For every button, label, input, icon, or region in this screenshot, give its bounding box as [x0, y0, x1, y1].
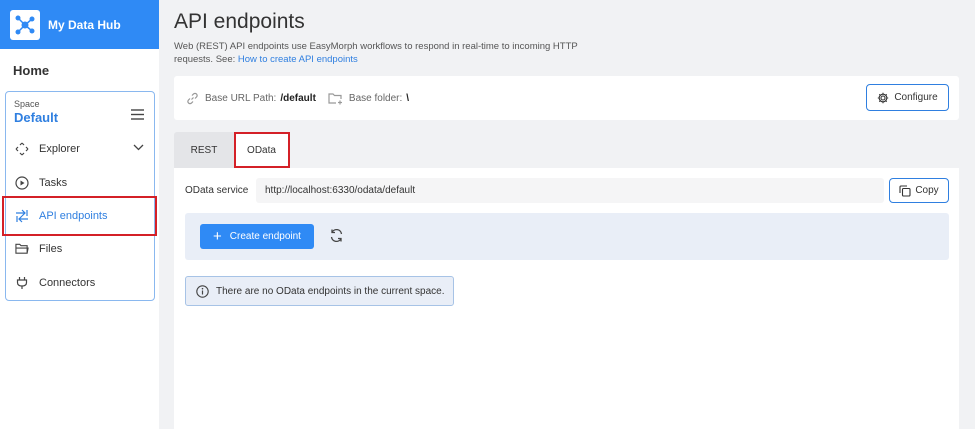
- copy-label: Copy: [915, 185, 939, 196]
- sidebar-item-label: Connectors: [39, 276, 96, 289]
- sidebar-item-label: Tasks: [39, 176, 68, 189]
- gear-icon: [877, 92, 889, 104]
- endpoint-action-bar: + Create endpoint: [185, 213, 949, 260]
- help-link[interactable]: How to create API endpoints: [238, 54, 358, 65]
- brand-header[interactable]: My Data Hub: [0, 0, 159, 49]
- sidebar-item-connectors[interactable]: Connectors: [6, 266, 154, 299]
- configure-button[interactable]: Configure: [866, 84, 949, 111]
- space-name[interactable]: Default: [14, 110, 58, 125]
- brand-name: My Data Hub: [48, 17, 121, 32]
- copy-icon: [899, 184, 911, 197]
- create-endpoint-label: Create endpoint: [229, 231, 301, 242]
- page-description: Web (REST) API endpoints use EasyMorph w…: [174, 40, 594, 66]
- sidebar-item-tasks[interactable]: Tasks: [6, 166, 154, 199]
- configure-label: Configure: [894, 92, 938, 103]
- base-url-label: Base URL Path:: [205, 92, 277, 104]
- info-text: There are no OData endpoints in the curr…: [216, 285, 445, 297]
- page-title: API endpoints: [174, 10, 305, 33]
- link-icon: [186, 92, 199, 105]
- plus-icon: +: [213, 228, 222, 245]
- refresh-icon[interactable]: [329, 228, 344, 243]
- tab-rest[interactable]: REST: [174, 132, 234, 168]
- base-folder-label: Base folder:: [348, 92, 403, 104]
- explorer-icon: [15, 142, 29, 156]
- plug-icon: [15, 276, 29, 290]
- base-folder-value: \: [406, 92, 410, 104]
- info-icon: [196, 284, 209, 298]
- space-label: Space: [14, 99, 40, 109]
- sidebar-item-files[interactable]: Files: [6, 232, 154, 265]
- folder-icon: [15, 242, 29, 256]
- home-link[interactable]: Home: [13, 63, 49, 78]
- network-logo-icon: [10, 9, 40, 40]
- odata-panel: OData service http://localhost:6330/odat…: [174, 168, 959, 429]
- description-text: Web (REST) API endpoints use EasyMorph w…: [174, 41, 578, 65]
- sidebar-item-label: Files: [39, 242, 63, 255]
- base-info-bar: Base URL Path: /default Base folder: \ C…: [174, 76, 959, 120]
- base-url-value: /default: [280, 92, 316, 104]
- copy-button[interactable]: Copy: [889, 178, 949, 203]
- odata-service-label: OData service: [185, 185, 249, 196]
- highlight-box-nav: [2, 196, 157, 236]
- odata-service-url-field[interactable]: http://localhost:6330/odata/default: [256, 178, 884, 203]
- highlight-box-tab: [234, 132, 290, 168]
- chevron-down-icon[interactable]: [133, 142, 144, 154]
- create-endpoint-button[interactable]: + Create endpoint: [200, 224, 314, 249]
- folder-plus-icon: [328, 92, 343, 105]
- play-circle-icon: [15, 175, 29, 190]
- sidebar-item-explorer[interactable]: Explorer: [6, 132, 154, 165]
- info-message: There are no OData endpoints in the curr…: [185, 276, 454, 306]
- hamburger-menu-icon[interactable]: [131, 107, 144, 125]
- sidebar-item-label: Explorer: [39, 142, 80, 155]
